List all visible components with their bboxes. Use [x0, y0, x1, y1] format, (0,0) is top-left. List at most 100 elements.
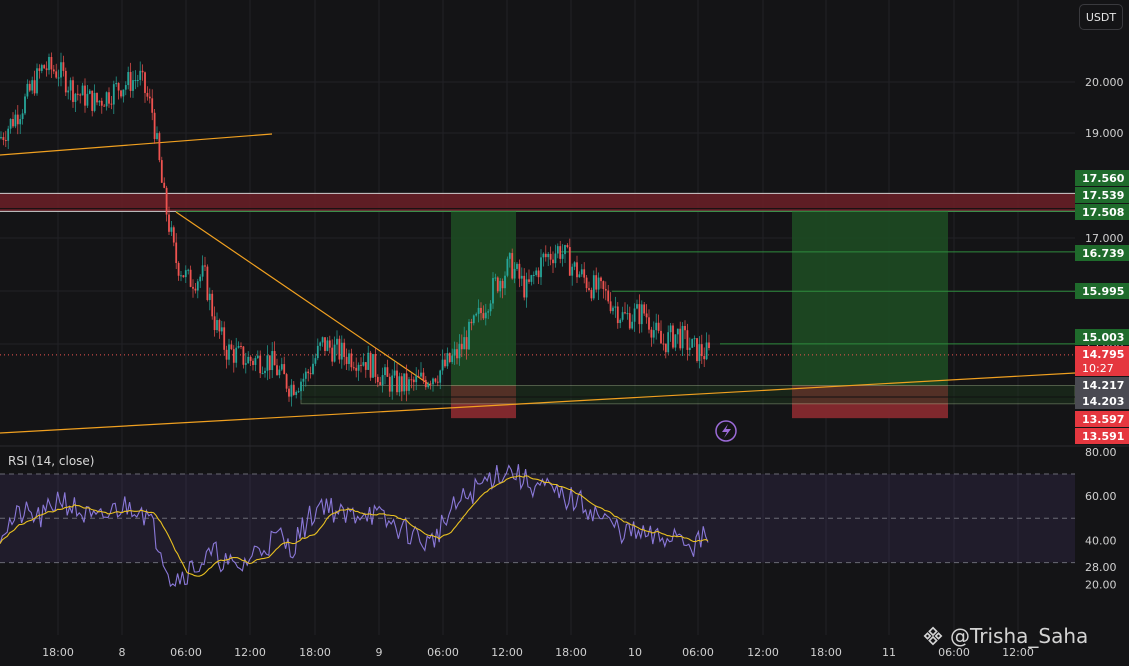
time-tick-label: 18:00 [42, 646, 74, 659]
candle-body [556, 246, 559, 254]
price-label-text: 14.795 [1082, 348, 1124, 361]
candle-body [204, 265, 206, 267]
candle-body [405, 373, 408, 391]
candle-body [196, 281, 199, 291]
candle-body [576, 262, 578, 278]
price-label-text: 14.203 [1082, 395, 1124, 408]
candle-body [585, 277, 588, 289]
candle-body [139, 70, 142, 80]
candle-body [158, 133, 161, 161]
candle-body [496, 277, 499, 292]
candle-body [26, 83, 29, 97]
trading-chart[interactable]: RSI (14, close)20.00019.00017.00016.0001… [0, 0, 1129, 666]
candle-body [393, 370, 396, 376]
candle-body [290, 384, 293, 397]
candle-body [487, 311, 490, 313]
candle-body [129, 72, 132, 91]
candle-body [458, 343, 461, 359]
candle-body [568, 247, 571, 276]
candle-body [484, 312, 487, 319]
candle-body [235, 347, 238, 363]
candle-body [525, 279, 528, 298]
candle-body [259, 355, 262, 374]
candle-body [292, 384, 295, 395]
candle-body [559, 246, 562, 259]
price-label-text: 17.508 [1082, 206, 1124, 219]
candle-body [619, 319, 622, 324]
candle-body [21, 113, 24, 120]
rsi-tick-label: 80.00 [1085, 446, 1117, 459]
candle-body [254, 358, 257, 365]
candle-body [600, 277, 602, 282]
candle-body [700, 344, 703, 357]
candle-body [216, 320, 218, 331]
candle-body [48, 56, 50, 71]
time-tick-label: 12:00 [491, 646, 523, 659]
candle-body [624, 312, 626, 314]
candle-body [182, 275, 185, 278]
candle-body [679, 328, 682, 349]
candle-body [177, 262, 180, 276]
candle-body [163, 182, 166, 188]
position-2-profit-zone[interactable] [792, 211, 948, 386]
candle-body [271, 351, 274, 371]
candle-body [408, 379, 410, 391]
rsi-indicator-label[interactable]: RSI (14, close) [8, 454, 94, 468]
candle-body [650, 329, 653, 338]
currency-badge[interactable]: USDT [1079, 4, 1123, 30]
candle-body [213, 316, 216, 331]
candle-body [45, 68, 48, 71]
candle-body [696, 338, 698, 361]
candle-body [518, 263, 521, 279]
rsi-tick-label: 40.00 [1085, 534, 1117, 547]
candle-body [189, 269, 192, 287]
candle-body [669, 325, 672, 333]
candle-body [141, 70, 144, 73]
price-label-text: 13.597 [1082, 413, 1124, 426]
position-1-profit-zone[interactable] [451, 211, 516, 386]
price-tick-label: 17.000 [1085, 232, 1124, 245]
candle-body [316, 345, 319, 359]
candle-body [472, 315, 475, 324]
candle-body [237, 345, 240, 348]
candle-body [439, 370, 442, 383]
candle-body [446, 353, 449, 367]
candle-body [595, 275, 598, 290]
candle-body [230, 344, 233, 350]
candle-body [681, 325, 684, 349]
candle-body [652, 330, 655, 338]
candle-body [554, 253, 557, 264]
candle-body [499, 280, 502, 292]
time-tick-label: 18:00 [555, 646, 587, 659]
candle-body [638, 304, 641, 325]
candle-body [180, 275, 182, 277]
candle-body [115, 83, 118, 85]
candle-body [86, 93, 89, 106]
candle-body [528, 279, 530, 282]
candle-body [645, 313, 648, 318]
candle-body [381, 375, 384, 386]
candle-body [451, 355, 454, 363]
candle-body [523, 275, 526, 298]
time-tick-label: 10 [628, 646, 642, 659]
candle-body [429, 383, 432, 385]
candle-body [372, 354, 374, 378]
candle-body [76, 93, 79, 95]
candle-body [324, 337, 326, 351]
watermark: @Trisha_Saha [922, 624, 1088, 648]
candle-body [98, 100, 101, 103]
candle-body [175, 242, 178, 263]
candle-body [588, 288, 590, 290]
candle-body [396, 370, 398, 393]
candle-body [156, 133, 158, 140]
candle-body [228, 344, 230, 360]
candle-body [369, 352, 372, 378]
candle-body [388, 376, 391, 392]
candle-body [691, 338, 694, 348]
candle-body [676, 328, 679, 335]
price-label-text: 15.995 [1082, 285, 1124, 298]
candle-body [110, 103, 113, 105]
candle-body [304, 371, 307, 379]
candle-body [7, 128, 10, 141]
candle-body [64, 70, 67, 93]
